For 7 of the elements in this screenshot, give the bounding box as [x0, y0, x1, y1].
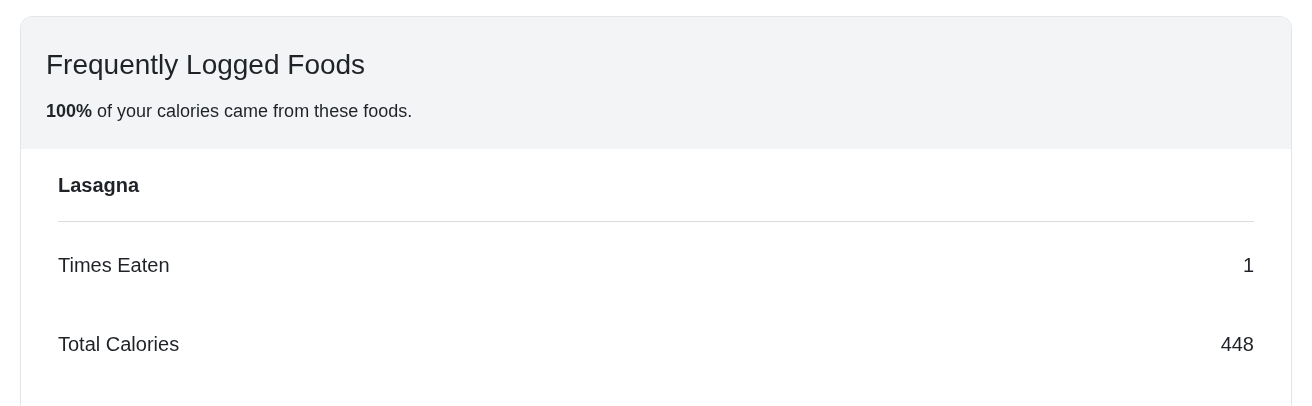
card-subtitle: 100% of your calories came from these foods.	[46, 100, 414, 122]
food-name: Lasagna	[58, 149, 1254, 222]
stat-value: 1	[1242, 253, 1254, 277]
card-title: Frequently Logged Foods	[46, 48, 367, 82]
stat-label: Times Eaten	[58, 253, 170, 277]
stat-value: 448	[1220, 332, 1254, 356]
stat-label: Total Calories	[58, 332, 180, 356]
